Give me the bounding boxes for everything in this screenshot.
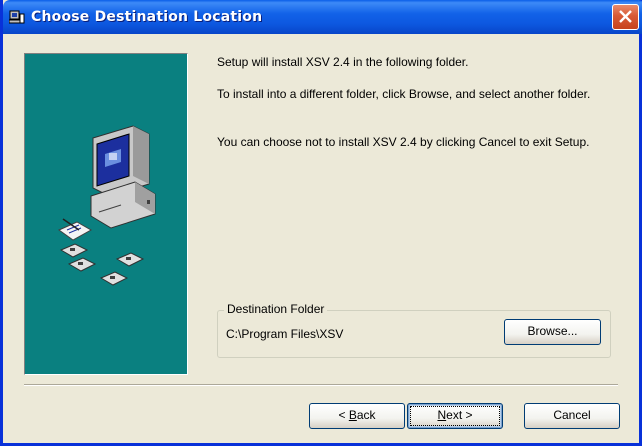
cancel-instructions-text: You can choose not to install XSV 2.4 by… xyxy=(217,135,590,149)
next-button[interactable]: Next > xyxy=(407,403,503,429)
window-title: Choose Destination Location xyxy=(31,9,263,25)
browse-instructions-text: To install into a different folder, clic… xyxy=(217,87,591,101)
back-button-label: ack xyxy=(356,408,376,422)
intro-text: Setup will install XSV 2.4 in the follow… xyxy=(217,55,469,69)
computer-with-disks-icon xyxy=(57,125,156,286)
close-button[interactable] xyxy=(612,4,639,30)
setup-app-icon[interactable] xyxy=(8,9,25,25)
browse-button[interactable]: Browse... xyxy=(504,319,601,345)
browse-button-label: Browse... xyxy=(527,324,578,338)
cancel-button-label: Cancel xyxy=(553,408,591,422)
next-button-hotkey: N xyxy=(437,408,447,422)
destination-path: C:\Program Files\XSV xyxy=(226,327,344,341)
back-button-prefix: < xyxy=(338,408,349,422)
title-bar[interactable]: Choose Destination Location xyxy=(3,0,642,34)
dialog-content: Setup will install XSV 2.4 in the follow… xyxy=(6,34,642,443)
next-button-label: ext > xyxy=(446,408,473,422)
destination-folder-label: Destination Folder xyxy=(224,302,328,316)
back-button[interactable]: < Back xyxy=(309,403,405,429)
cancel-button[interactable]: Cancel xyxy=(524,403,620,429)
setup-dialog-window: Choose Destination Location Setup will i… xyxy=(0,0,642,446)
close-icon xyxy=(619,10,632,23)
separator-line xyxy=(24,384,618,386)
back-button-hotkey: B xyxy=(348,408,357,422)
wizard-banner xyxy=(24,53,188,375)
destination-folder-group: Destination Folder C:\Program Files\XSV … xyxy=(217,302,611,358)
